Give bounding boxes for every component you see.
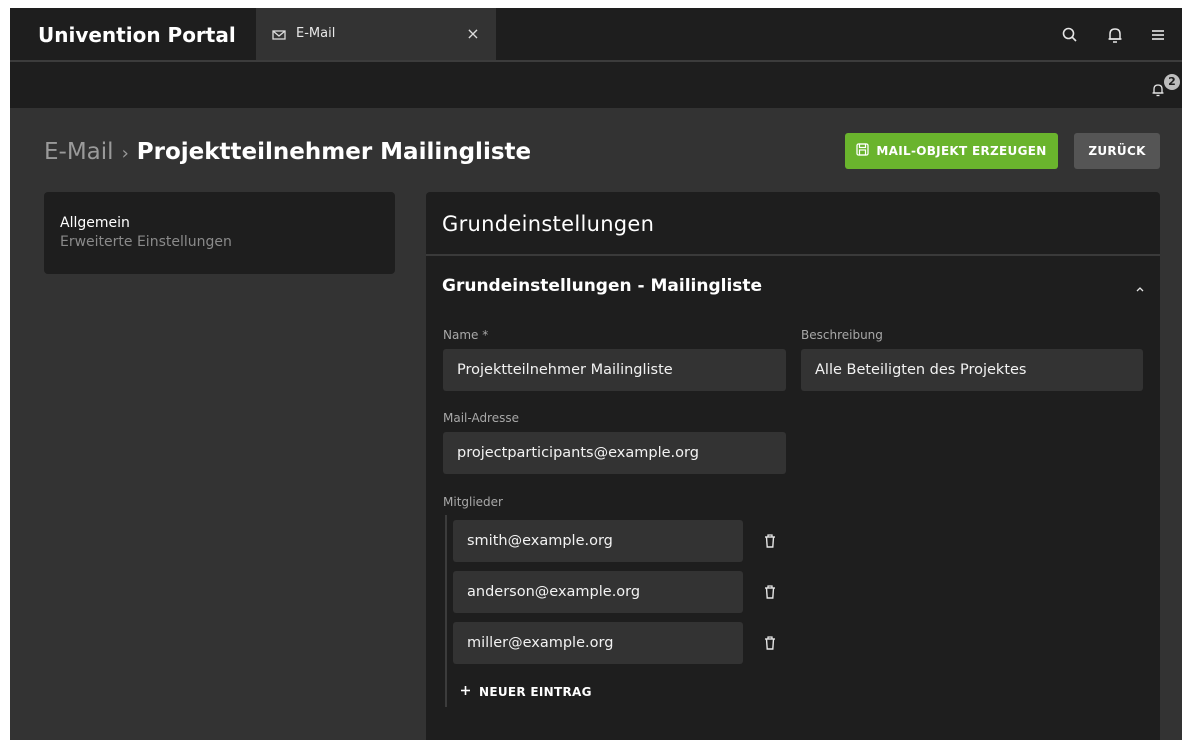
settings-panel: Grundeinstellungen Grundeinstellungen - … xyxy=(426,192,1160,740)
search-icon[interactable] xyxy=(1060,25,1080,45)
member-input[interactable]: anderson@example.org xyxy=(453,571,743,613)
tab-email-label: E-Mail xyxy=(296,26,336,41)
trash-icon[interactable] xyxy=(763,635,777,651)
trash-icon[interactable] xyxy=(763,584,777,600)
close-tab-button[interactable]: × xyxy=(462,8,484,60)
mail-address-label: Mail-Adresse xyxy=(443,411,519,425)
portal-title[interactable]: Univention Portal xyxy=(38,8,236,60)
panel-divider xyxy=(426,254,1160,256)
plus-icon xyxy=(460,682,471,702)
notification-bar: 2 xyxy=(10,62,1182,108)
notification-count-badge: 2 xyxy=(1164,74,1180,90)
app-window: Univention Portal E-Mail × 2 E-Mail › Proj… xyxy=(10,8,1182,740)
member-input[interactable]: miller@example.org xyxy=(453,622,743,664)
back-button[interactable]: ZURÜCK xyxy=(1074,133,1160,169)
mail-address-input[interactable]: projectparticipants@example.org xyxy=(443,432,786,474)
add-entry-label: NEUER EINTRAG xyxy=(479,685,592,699)
top-header: Univention Portal E-Mail × xyxy=(10,8,1182,62)
mail-icon xyxy=(272,27,286,41)
create-mail-object-label: MAIL-OBJEKT ERZEUGEN xyxy=(876,144,1047,158)
member-input[interactable]: smith@example.org xyxy=(453,520,743,562)
menu-icon[interactable] xyxy=(1148,25,1168,45)
page-title: Projektteilnehmer Mailingliste xyxy=(136,139,532,165)
add-entry-button[interactable]: NEUER EINTRAG xyxy=(460,682,592,702)
name-input[interactable]: Projektteilnehmer Mailingliste xyxy=(443,349,786,391)
bell-icon[interactable] xyxy=(1105,25,1125,45)
breadcrumb-parent-link[interactable]: E-Mail xyxy=(44,139,114,165)
chevron-up-icon[interactable] xyxy=(1134,280,1146,292)
breadcrumb-separator-icon: › xyxy=(121,143,129,164)
tab-navigation: Allgemein Erweiterte Einstellungen xyxy=(44,192,395,274)
breadcrumb: E-Mail › Projektteilnehmer Mailingliste xyxy=(44,136,531,170)
members-label: Mitglieder xyxy=(443,495,503,509)
members-group-line xyxy=(445,515,447,707)
description-label: Beschreibung xyxy=(801,328,883,342)
section-header[interactable]: Grundeinstellungen - Mailingliste xyxy=(442,272,762,300)
name-label: Name * xyxy=(443,328,489,342)
trash-icon[interactable] xyxy=(763,533,777,549)
panel-title: Grundeinstellungen xyxy=(442,212,655,236)
tab-email[interactable]: E-Mail × xyxy=(256,8,496,60)
create-mail-object-button[interactable]: MAIL-OBJEKT ERZEUGEN xyxy=(845,133,1058,169)
description-input[interactable]: Alle Beteiligten des Projektes xyxy=(801,349,1143,391)
nav-item-allgemein[interactable]: Allgemein xyxy=(60,214,130,232)
save-icon xyxy=(856,143,870,159)
nav-item-erweiterte-einstellungen[interactable]: Erweiterte Einstellungen xyxy=(60,233,232,251)
